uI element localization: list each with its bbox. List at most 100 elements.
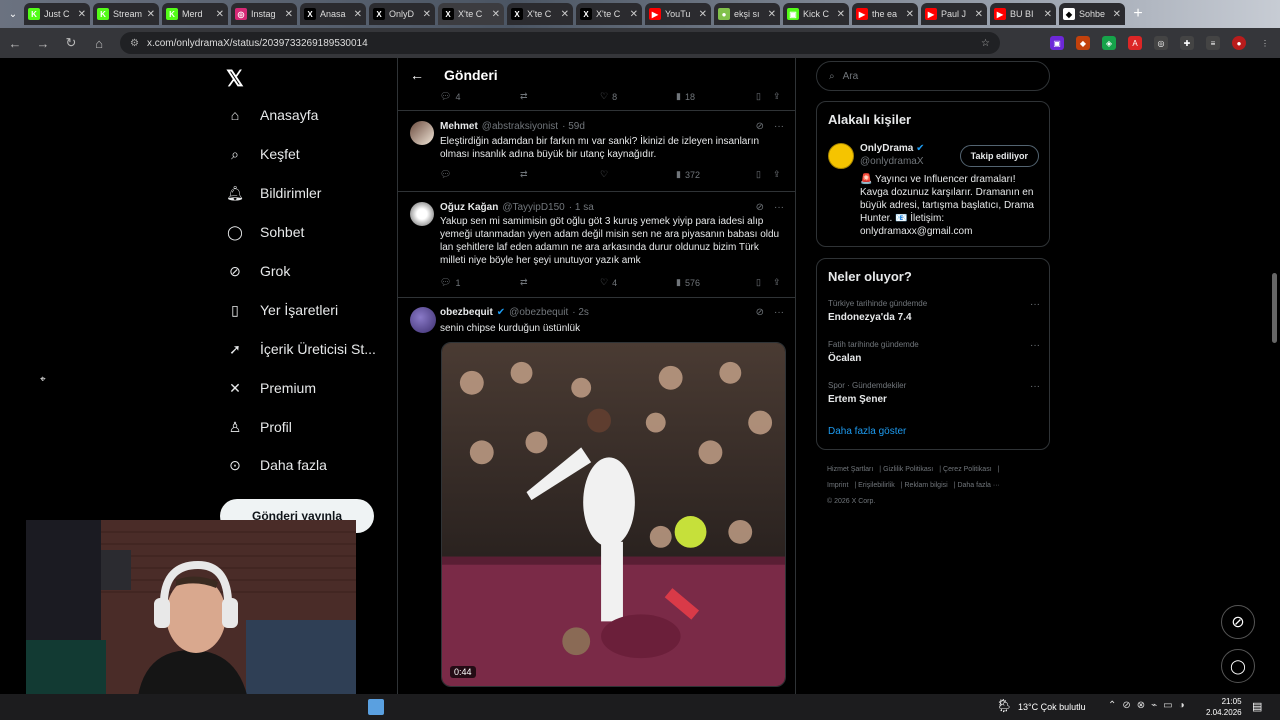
reload-icon[interactable]: ↻ [64, 35, 78, 51]
browser-tab[interactable]: ◆ Sohbe ✕ [1059, 3, 1125, 25]
tweet-author-handle[interactable]: @obezbequit [509, 307, 568, 318]
adblock-icon[interactable]: A [1128, 36, 1142, 50]
show-more-link[interactable]: Daha fazla göster [828, 426, 906, 437]
taskbar-app-icon[interactable] [368, 699, 384, 715]
nav-item[interactable]: ▯ Yer İşaretleri [226, 301, 386, 319]
more-options-icon[interactable]: ··· [1030, 299, 1040, 310]
bookmark-button[interactable]: ▯ [756, 277, 761, 288]
views-button[interactable]: ▮ 372 [676, 169, 756, 180]
tweet-time[interactable]: · 1 sa [569, 202, 594, 213]
tweet-time[interactable]: · 2s [572, 307, 589, 318]
tab-close-icon[interactable]: ✕ [906, 9, 914, 20]
views-button[interactable]: ▮ 576 [676, 277, 756, 288]
extension-icon[interactable]: ▣ [1050, 36, 1064, 50]
nav-item[interactable]: ⌕ Keşfet [226, 145, 386, 163]
new-tab-button[interactable]: + [1127, 3, 1149, 25]
tab-close-icon[interactable]: ✕ [78, 9, 86, 20]
tab-close-icon[interactable]: ✕ [1044, 9, 1052, 20]
tab-close-icon[interactable]: ✕ [354, 9, 362, 20]
trend-item[interactable]: Türkiye tarihinde gündemde Endonezya'da … [828, 299, 1040, 323]
nav-item[interactable]: ♙ Profil [226, 418, 386, 436]
back-arrow-icon[interactable]: ← [8, 36, 22, 51]
retweet-button[interactable]: ⇄ [520, 169, 600, 180]
tab-close-icon[interactable]: ✕ [285, 9, 293, 20]
tab-close-icon[interactable]: ✕ [1113, 9, 1121, 20]
messages-fab-button[interactable]: ◯ [1221, 649, 1255, 683]
browser-tab[interactable]: ▶ Paul J ✕ [921, 3, 987, 25]
site-info-icon[interactable]: ⚙ [130, 38, 139, 49]
tab-close-icon[interactable]: ✕ [768, 9, 776, 20]
retweet-button[interactable]: ⇄ [520, 91, 600, 102]
avatar[interactable] [410, 121, 434, 145]
tab-close-icon[interactable]: ✕ [837, 9, 845, 20]
browser-menu-icon[interactable]: ⋮ [1258, 36, 1272, 50]
footer-link[interactable]: Reklam bilgisi [905, 482, 948, 489]
footer-link[interactable]: Çerez Politikası [943, 466, 992, 473]
browser-tab[interactable]: X X'te C ✕ [576, 3, 642, 25]
home-browser-icon[interactable]: ⌂ [92, 36, 106, 51]
share-button[interactable]: ⇪ [773, 91, 781, 102]
tweet-author-handle[interactable]: @abstraksiyonist [482, 121, 558, 132]
nav-item[interactable]: ⊙ Daha fazla [226, 456, 386, 474]
trend-item[interactable]: Spor · Gündemdekiler Ertem Şener ··· [828, 381, 1040, 405]
browser-tab[interactable]: X X'te C ✕ [507, 3, 573, 25]
nav-item[interactable]: ➚ İçerik Üreticisi St... [226, 340, 386, 358]
grok-icon[interactable]: ⊘ [756, 202, 764, 213]
browser-tab[interactable]: ▶ BU BI ✕ [990, 3, 1056, 25]
extension-icon[interactable]: ◆ [1076, 36, 1090, 50]
tab-close-icon[interactable]: ✕ [699, 9, 707, 20]
more-options-icon[interactable]: ··· [774, 307, 784, 318]
back-arrow-icon[interactable]: ← [410, 67, 424, 83]
tab-close-icon[interactable]: ✕ [147, 9, 155, 20]
weather-icon[interactable]: 🌦︎ [996, 698, 1013, 714]
profile-avatar[interactable]: ● [1232, 36, 1246, 50]
share-button[interactable]: ⇪ [773, 277, 781, 288]
person-name[interactable]: OnlyDrama [860, 143, 913, 154]
browser-tab[interactable]: K Stream ✕ [93, 3, 159, 25]
nav-item[interactable]: ⌂ Anasayfa [226, 106, 386, 124]
tab-list-dropdown-icon[interactable]: ⌄ [4, 4, 22, 24]
tab-close-icon[interactable]: ✕ [423, 9, 431, 20]
trend-item[interactable]: Fatih tarihinde gündemde Öcalan ··· [828, 340, 1040, 364]
browser-tab[interactable]: X OnlyD ✕ [369, 3, 435, 25]
like-button[interactable]: ♡ [600, 169, 676, 180]
share-button[interactable]: ⇪ [773, 169, 781, 180]
bookmark-star-icon[interactable]: ☆ [981, 38, 990, 49]
tweet-video[interactable]: 0:44 [441, 342, 786, 687]
grok-icon[interactable]: ⊘ [756, 121, 764, 132]
tweet-time[interactable]: · 59d [562, 121, 585, 132]
bookmark-button[interactable]: ▯ [756, 169, 761, 180]
puzzle-icon[interactable]: ✚ [1180, 36, 1194, 50]
tab-close-icon[interactable]: ✕ [561, 9, 569, 20]
tweet-author-name[interactable]: Oğuz Kağan [440, 202, 498, 213]
nav-item[interactable]: ✕ Premium [226, 379, 386, 397]
footer-link[interactable]: Gizlilik Politikası [883, 466, 933, 473]
url-field[interactable]: ⚙ x.com/onlydramaX/status/20397332691895… [120, 32, 1000, 54]
reply-button[interactable]: 💬︎ [440, 169, 520, 180]
browser-tab[interactable]: ● ekşi sı ✕ [714, 3, 780, 25]
footer-link[interactable]: Hizmet Şartları [827, 466, 873, 473]
like-button[interactable]: ♡ 4 [600, 277, 676, 288]
more-options-icon[interactable]: ··· [1030, 340, 1040, 351]
page-scrollbar[interactable] [1270, 58, 1278, 694]
tab-close-icon[interactable]: ✕ [492, 9, 500, 20]
shield-icon[interactable]: ◈ [1102, 36, 1116, 50]
reply-tweet[interactable]: Mehmet @abstraksiyonist · 59d ⊘ ··· Eleşt… [398, 110, 795, 191]
person-info[interactable]: OnlyDrama ✔ @onlydramaX [860, 143, 925, 167]
browser-tab[interactable]: ▣ Kick C ✕ [783, 3, 849, 25]
nav-item[interactable]: 🔔︎ Bildirimler [226, 184, 386, 202]
footer-link[interactable]: Imprint [827, 482, 848, 489]
reply-button[interactable]: 💬︎ 1 [440, 277, 520, 288]
system-tray-icons[interactable]: ⌃⊘⊗⌁▭◑ [1108, 700, 1191, 711]
tab-close-icon[interactable]: ✕ [216, 9, 224, 20]
tweet-author-name[interactable]: Mehmet [440, 121, 478, 132]
search-input[interactable]: ⌕ Ara [816, 61, 1050, 91]
menu-list-icon[interactable]: ≡ [1206, 36, 1220, 50]
nav-item[interactable]: ◯ Sohbet [226, 223, 386, 241]
grok-fab-button[interactable]: ⊘ [1221, 605, 1255, 639]
footer-link[interactable]: Erişilebilirlik [858, 482, 895, 489]
x-logo-icon[interactable]: 𝕏 [226, 66, 244, 92]
browser-tab[interactable]: ▶ YouTu ✕ [645, 3, 711, 25]
avatar[interactable] [410, 307, 436, 333]
forward-arrow-icon[interactable]: → [36, 36, 50, 51]
